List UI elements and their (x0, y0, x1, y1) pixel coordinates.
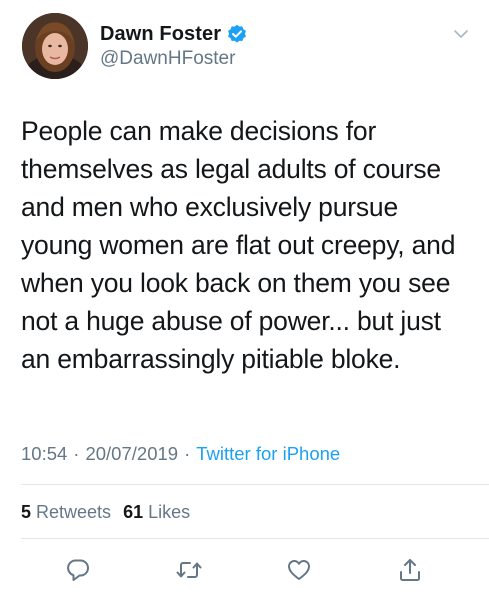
divider (21, 484, 489, 485)
tweet-text-line: People can make decisions for (21, 116, 377, 146)
tweet-time: 10:54 (21, 443, 68, 464)
likes-count: 61 (123, 502, 144, 522)
tweet-source-link[interactable]: Twitter for iPhone (196, 443, 340, 465)
retweets-label: Retweets (36, 502, 112, 522)
share-icon (397, 557, 423, 583)
divider (21, 538, 489, 539)
chevron-down-icon[interactable] (453, 26, 469, 42)
likes-label: Likes (148, 502, 191, 522)
tweet-text-line: young women are flat out creepy, and (21, 230, 456, 260)
display-name[interactable]: Dawn Foster (100, 23, 221, 46)
share-button[interactable] (395, 555, 425, 585)
tweet-text-line: not a huge abuse of power... but just (21, 306, 441, 336)
tweet-meta: 10:54 · 20/07/2019 · Twitter for iPhone (21, 443, 340, 465)
reply-button[interactable] (63, 555, 93, 585)
tweet-text-line: when you look back on them you see (21, 268, 451, 298)
tweet-stats: 5 Retweets 61 Likes (21, 502, 190, 523)
retweets-count: 5 (21, 502, 32, 522)
heart-icon (286, 557, 312, 583)
reply-icon (65, 557, 91, 583)
tweet-text-line: an embarrassingly pitiable bloke. (21, 344, 401, 374)
user-handle[interactable]: @DawnHFoster (100, 48, 235, 70)
avatar[interactable] (22, 13, 88, 79)
tweet-text-line: themselves as legal adults of course (21, 154, 441, 184)
tweet-text-line: and men who exclusively pursue (21, 192, 398, 222)
retweet-icon (175, 557, 203, 583)
tweet-card: Dawn Foster @DawnHFoster People can make… (0, 0, 489, 600)
tweet-date: 20/07/2019 (85, 443, 179, 464)
tweet-text: People can make decisions for themselves… (21, 112, 471, 378)
retweet-button[interactable] (174, 555, 204, 585)
name-row: Dawn Foster (100, 22, 247, 46)
like-button[interactable] (284, 555, 314, 585)
meta-separator: · (184, 443, 191, 464)
retweets-stat[interactable]: 5 Retweets (21, 502, 111, 523)
meta-separator: · (73, 443, 80, 464)
verified-badge-icon (227, 24, 247, 44)
likes-stat[interactable]: 61 Likes (123, 502, 190, 523)
action-bar (0, 555, 489, 585)
